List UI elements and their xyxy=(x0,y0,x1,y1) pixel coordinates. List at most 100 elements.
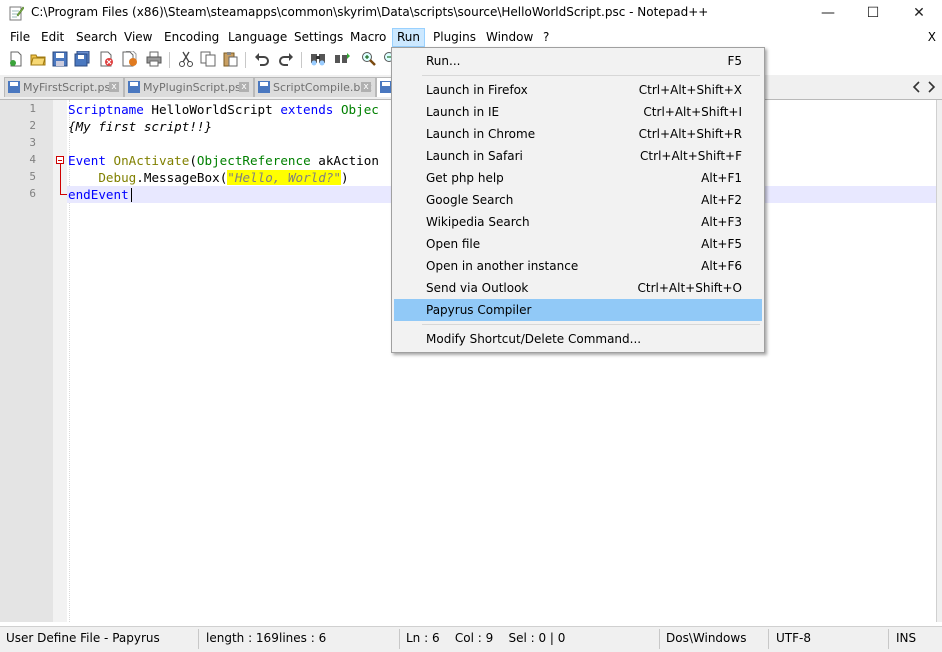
run-menu-item-firefox[interactable]: Launch in Firefox Ctrl+Alt+Shift+X xyxy=(394,79,762,101)
close-document-button[interactable]: X xyxy=(928,28,936,47)
menu-view[interactable]: View xyxy=(120,28,156,47)
fold-collapse-icon[interactable] xyxy=(56,156,64,164)
cut-icon[interactable] xyxy=(178,51,194,67)
run-menu-item-modify-shortcut[interactable]: Modify Shortcut/Delete Command... xyxy=(394,328,762,350)
toolbar-separator xyxy=(245,52,246,68)
run-menu-item-wikipedia-search[interactable]: Wikipedia Search Alt+F3 xyxy=(394,211,762,233)
menu-item-shortcut: Ctrl+Alt+Shift+R xyxy=(638,127,742,141)
find-icon[interactable] xyxy=(310,51,326,67)
identifier-token: akAction xyxy=(310,153,379,168)
status-encoding: UTF-8 xyxy=(776,631,811,645)
close-all-icon[interactable] xyxy=(122,51,138,67)
run-menu-item-run[interactable]: Run... F5 xyxy=(394,50,762,72)
run-menu-item-open-file[interactable]: Open file Alt+F5 xyxy=(394,233,762,255)
menu-item-shortcut: Alt+F5 xyxy=(701,237,742,251)
fold-range-line xyxy=(60,164,61,194)
code-line-1: Scriptname HelloWorldScript extends Obje… xyxy=(68,101,379,118)
tab-close-icon[interactable]: x xyxy=(361,82,371,92)
menu-separator xyxy=(422,324,760,325)
menu-window[interactable]: Window xyxy=(482,28,537,47)
close-window-button[interactable]: ✕ xyxy=(896,0,942,26)
print-icon[interactable] xyxy=(146,51,162,67)
keyword-token: extends xyxy=(280,102,334,117)
menu-item-label: Open in another instance xyxy=(426,259,579,273)
undo-icon[interactable] xyxy=(254,51,270,67)
run-menu-dropdown: Run... F5 Launch in Firefox Ctrl+Alt+Shift… xyxy=(391,47,765,353)
toolbar-separator xyxy=(169,52,170,68)
minimize-button[interactable]: — xyxy=(805,0,851,26)
status-position: Ln : 6 Col : 9 Sel : 0 | 0 xyxy=(406,631,566,645)
run-menu-item-another-instance[interactable]: Open in another instance Alt+F6 xyxy=(394,255,762,277)
menu-item-label: Google Search xyxy=(426,193,514,207)
status-separator xyxy=(659,629,660,649)
new-file-icon[interactable] xyxy=(8,51,24,67)
code-line-4: Event OnActivate(ObjectReference akActio… xyxy=(68,152,379,169)
tab-close-icon[interactable]: x xyxy=(239,82,249,92)
type-token: Objec xyxy=(333,102,379,117)
menu-settings[interactable]: Settings xyxy=(290,28,347,47)
menu-help[interactable]: ? xyxy=(539,28,553,47)
save-all-icon[interactable] xyxy=(74,51,90,67)
method-token: MessageBox xyxy=(143,170,220,185)
document-saved-icon xyxy=(8,81,20,93)
open-file-icon[interactable] xyxy=(30,51,46,67)
keyword-token: endEvent xyxy=(68,187,129,202)
redo-icon[interactable] xyxy=(278,51,294,67)
menu-item-shortcut: Ctrl+Alt+Shift+I xyxy=(643,105,742,119)
tab-scriptcompile[interactable]: ScriptCompile.bat x xyxy=(254,77,376,97)
menu-item-label: Launch in Safari xyxy=(426,149,523,163)
copy-icon[interactable] xyxy=(200,51,216,67)
line-number: 1 xyxy=(29,102,36,115)
menu-run[interactable]: Run xyxy=(392,28,426,47)
save-icon[interactable] xyxy=(52,51,68,67)
line-number: 5 xyxy=(29,170,36,183)
run-menu-item-send-outlook[interactable]: Send via Outlook Ctrl+Alt+Shift+O xyxy=(394,277,762,299)
menu-item-label: Papyrus Compiler xyxy=(426,303,532,317)
run-menu-item-papyrus-compiler[interactable]: Papyrus Compiler xyxy=(394,299,762,321)
status-bar: User Define File - Papyrus length : 169 … xyxy=(0,626,942,652)
tab-close-icon[interactable]: x xyxy=(109,82,119,92)
menu-item-shortcut: Ctrl+Alt+Shift+O xyxy=(637,281,742,295)
menu-macro[interactable]: Macro xyxy=(346,28,390,47)
function-token: OnActivate xyxy=(105,153,190,168)
paste-icon[interactable] xyxy=(222,51,238,67)
run-menu-item-ie[interactable]: Launch in IE Ctrl+Alt+Shift+I xyxy=(394,101,762,123)
tab-scroll-arrows-icon[interactable] xyxy=(909,79,939,95)
type-token: ObjectReference xyxy=(196,153,311,168)
zoom-in-icon[interactable] xyxy=(361,51,377,67)
line-number: 4 xyxy=(29,153,36,166)
menu-item-shortcut: Ctrl+Alt+Shift+F xyxy=(640,149,742,163)
replace-icon[interactable] xyxy=(334,51,350,67)
menu-language[interactable]: Language xyxy=(224,28,291,47)
run-menu-item-php-help[interactable]: Get php help Alt+F1 xyxy=(394,167,762,189)
menu-encoding[interactable]: Encoding xyxy=(160,28,223,47)
menu-item-label: Launch in Firefox xyxy=(426,83,528,97)
indent-token xyxy=(68,170,98,185)
vertical-scrollbar[interactable] xyxy=(936,100,942,622)
tab-myfirstscript[interactable]: MyFirstScript.psc x xyxy=(4,77,124,97)
run-menu-item-google-search[interactable]: Google Search Alt+F2 xyxy=(394,189,762,211)
code-line-6: endEvent xyxy=(68,186,129,203)
menu-item-label: Open file xyxy=(426,237,481,251)
toolbar-separator xyxy=(301,52,302,68)
menu-item-shortcut: F5 xyxy=(727,54,742,68)
menu-plugins[interactable]: Plugins xyxy=(429,28,480,47)
menu-item-label: Send via Outlook xyxy=(426,281,529,295)
maximize-button[interactable]: ☐ xyxy=(850,0,896,26)
menu-search[interactable]: Search xyxy=(72,28,121,47)
menu-file[interactable]: File xyxy=(6,28,34,47)
run-menu-item-safari[interactable]: Launch in Safari Ctrl+Alt+Shift+F xyxy=(394,145,762,167)
title-bar: C:\Program Files (x86)\Steam\steamapps\c… xyxy=(0,0,942,26)
line-number: 6 xyxy=(29,187,36,200)
tab-mypluginscript[interactable]: MyPluginScript.psc x xyxy=(124,77,254,97)
run-menu-item-chrome[interactable]: Launch in Chrome Ctrl+Alt+Shift+R xyxy=(394,123,762,145)
menu-item-label: Get php help xyxy=(426,171,504,185)
menu-separator xyxy=(422,75,760,76)
status-file-type: User Define File - Papyrus xyxy=(6,631,160,645)
menu-edit[interactable]: Edit xyxy=(37,28,68,47)
menu-item-label: Modify Shortcut/Delete Command... xyxy=(426,332,642,346)
line-number: 3 xyxy=(29,136,36,149)
status-lines: lines : 6 xyxy=(279,631,327,645)
text-caret xyxy=(131,188,132,202)
close-icon[interactable] xyxy=(98,51,114,67)
